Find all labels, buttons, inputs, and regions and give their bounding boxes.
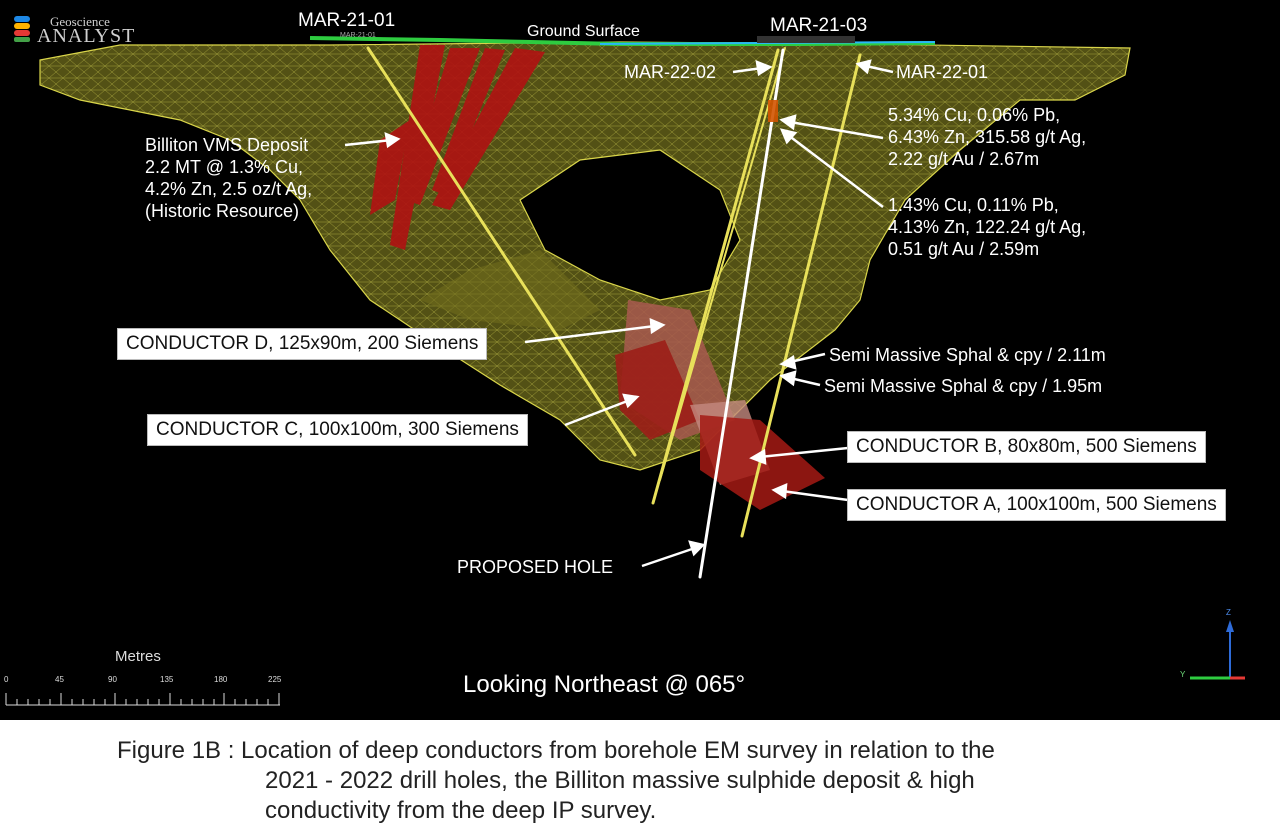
intercept-marker — [768, 100, 778, 122]
scale-bar: Metres 0 45 90 135 180 225 — [0, 645, 300, 715]
view-direction-label: Looking Northeast @ 065° — [463, 671, 746, 698]
conductor-d-label: CONDUCTOR D, 125x90m, 200 Siemens — [117, 328, 488, 360]
assay-label-1: 5.34% Cu, 0.06% Pb, 6.43% Zn, 315.58 g/t… — [888, 104, 1086, 170]
axis-triad — [1190, 620, 1245, 680]
billiton-line-1: Billiton VMS Deposit — [145, 135, 309, 155]
label-mar-22-02: MAR-22-02 — [624, 62, 717, 82]
caption-line-2: 2021 - 2022 drill holes, the Billiton ma… — [265, 767, 975, 794]
axis-y-label: Y — [1180, 670, 1186, 679]
conductor-a-label: CONDUCTOR A, 100x100m, 500 Siemens — [847, 489, 1226, 521]
collar-pad — [757, 36, 855, 43]
assay2-line-1: 1.43% Cu, 0.11% Pb, — [888, 195, 1059, 215]
billiton-line-4: (Historic Resource) — [145, 201, 300, 221]
billiton-deposit-label: Billiton VMS Deposit 2.2 MT @ 1.3% Cu, 4… — [145, 134, 312, 222]
assay2-line-3: 0.51 g/t Au / 2.59m — [888, 239, 1040, 259]
proposed-hole-label: PROPOSED HOLE — [457, 557, 614, 577]
semi-massive-label-2: Semi Massive Sphal & cpy / 1.95m — [824, 376, 1103, 396]
assay2-line-2: 4.13% Zn, 122.24 g/t Ag, — [888, 217, 1087, 237]
billiton-line-2: 2.2 MT @ 1.3% Cu, — [145, 157, 304, 177]
figure-caption: Figure 1B : Location of deep conductors … — [0, 720, 1280, 830]
assay1-line-2: 6.43% Zn, 315.58 g/t Ag, — [888, 127, 1087, 147]
caption-line-1: Figure 1B : Location of deep conductors … — [117, 737, 995, 764]
caption-line-3: conductivity from the deep IP survey. — [265, 797, 657, 824]
scale-title: Metres — [115, 648, 161, 665]
billiton-line-3: 4.2% Zn, 2.5 oz/t Ag, — [145, 179, 313, 199]
geoscience-analyst-logo: Geoscience ANALYST — [12, 14, 137, 47]
label-ground-surface: Ground Surface — [527, 23, 640, 40]
conductor-c-label: CONDUCTOR C, 100x100m, 300 Siemens — [147, 414, 528, 446]
scale-ruler — [5, 693, 280, 706]
semi-massive-label-1: Semi Massive Sphal & cpy / 2.11m — [829, 345, 1106, 365]
label-mar-21-03: MAR-21-03 — [770, 15, 868, 36]
logo-icon — [14, 16, 30, 42]
label-mar-21-01-small: MAR-21-01 — [340, 32, 376, 39]
diagram-scene: Geoscience ANALYST MAR-21-01 MAR-21-01 G… — [0, 0, 1280, 720]
assay1-line-1: 5.34% Cu, 0.06% Pb, — [888, 105, 1061, 125]
label-mar-22-01: MAR-22-01 — [896, 62, 989, 82]
assay1-line-3: 2.22 g/t Au / 2.67m — [888, 149, 1040, 169]
label-mar-21-01: MAR-21-01 — [298, 10, 396, 31]
assay-label-2: 1.43% Cu, 0.11% Pb, 4.13% Zn, 122.24 g/t… — [888, 194, 1086, 260]
conductor-b-label: CONDUCTOR B, 80x80m, 500 Siemens — [847, 431, 1206, 463]
logo-line2: ANALYST — [37, 25, 136, 47]
axis-z-label: Z — [1226, 608, 1231, 617]
